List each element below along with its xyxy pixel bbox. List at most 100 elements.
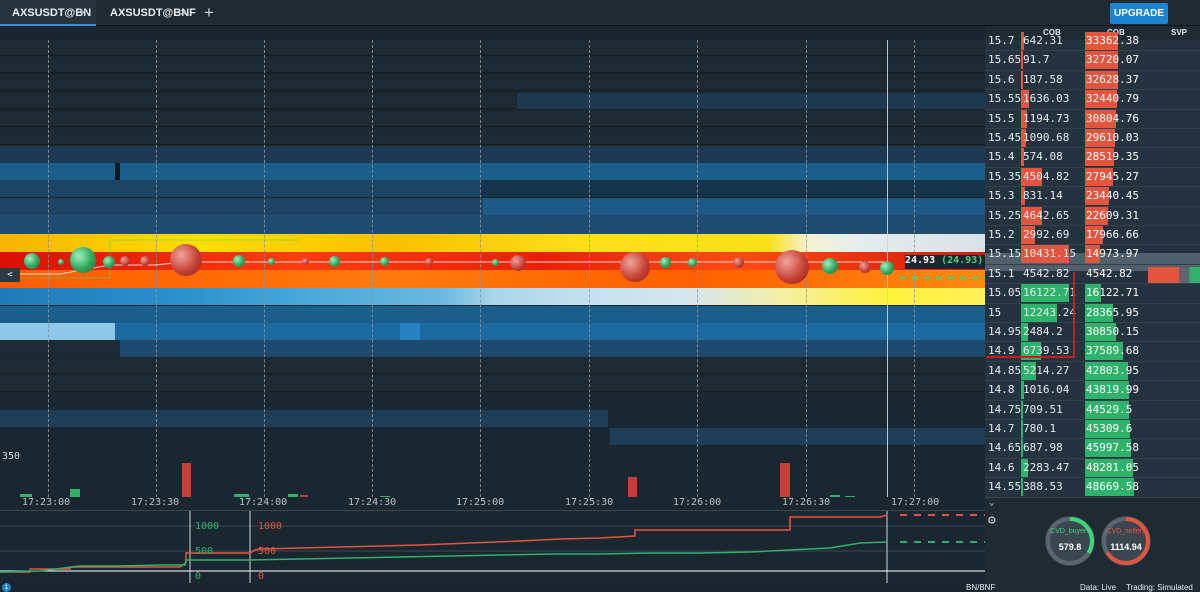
ladder-price: 14.65	[988, 441, 1022, 455]
cob2-cell: 32720.07	[1085, 51, 1139, 70]
buy-trade-bubble	[660, 257, 671, 268]
close-icon[interactable]: ×	[80, 7, 86, 19]
ladder-price: 15.35	[988, 169, 1022, 183]
buy-trade-bubble	[380, 257, 389, 266]
ladder-row[interactable]: 15.6 187.58 32628.37	[985, 70, 1200, 91]
ladder-price: 15.55	[988, 92, 1022, 106]
tab-axsusdt-bnf[interactable]: AXSUSDT@BNF ×	[98, 0, 198, 26]
cob1-value: 2283.47	[1023, 460, 1070, 474]
cob1-value: 388.53	[1023, 480, 1063, 494]
buy-trade-bubble	[329, 256, 340, 267]
ladder-row[interactable]: 14.85 5214.27 42803.95	[985, 361, 1200, 382]
cob1-value: 2992.69	[1023, 228, 1070, 241]
ladder-row[interactable]: 15.5 1194.73 30804.76	[985, 109, 1200, 129]
cob1-value: 780.1	[1023, 422, 1057, 435]
cob2-cell: 45997.58	[1085, 439, 1139, 458]
ladder-row[interactable]: 14.65 687.98 45997.58	[985, 439, 1200, 459]
ladder-row[interactable]: 15.3 831.14 23440.45	[985, 187, 1200, 207]
cob2-cell: 30850.15	[1085, 323, 1139, 342]
cvd-chart[interactable]: 1000 500 0 1000 500 0	[0, 510, 985, 583]
ladder-row[interactable]: 14.7 780.1 45309.6	[985, 420, 1200, 440]
cob2-value: 28519.35	[1086, 150, 1139, 164]
cob1-cell: 4504.82	[1021, 167, 1070, 187]
tab-bar: AXSUSDT@BN × AXSUSDT@BNF × + UPGRADE	[0, 0, 1200, 26]
cob2-value: 4542.82	[1086, 266, 1133, 280]
buy-trade-bubble	[233, 255, 245, 267]
time-axis: 17:23:00 17:23:30 17:24:00 17:24:30 17:2…	[0, 497, 985, 510]
cob2-value: 32628.37	[1086, 72, 1139, 86]
sell-trade-bubble	[859, 261, 871, 273]
chevron-down-icon[interactable]: ⌄	[989, 498, 994, 508]
buy-trade-bubble	[492, 259, 499, 266]
ladder-row[interactable]: 15.25 4642.65 22609.31	[985, 206, 1200, 226]
cob1-cell: 91.7	[1021, 51, 1069, 70]
cob2-value: 23440.45	[1086, 189, 1139, 203]
cob2-cell: 23440.45	[1085, 187, 1139, 206]
gauge-name: CVD_buyers	[1050, 528, 1090, 535]
time-tick: 17:24:30	[348, 497, 397, 508]
cob1-cell: 574.08	[1021, 148, 1069, 167]
upgrade-button[interactable]: UPGRADE	[1110, 3, 1168, 24]
cob2-value: 32440.79	[1086, 92, 1139, 106]
collapse-arrow-icon[interactable]: <	[0, 268, 20, 282]
highlight-box	[986, 272, 1075, 358]
cvd-buy-tick: 1000	[195, 521, 220, 532]
buy-trade-bubble	[688, 258, 697, 267]
sell-trade-bubble	[775, 250, 809, 284]
gear-icon[interactable]: ⚙	[988, 513, 996, 528]
cob1-value: 10431.15	[1023, 247, 1076, 261]
cob2-value: 45309.6	[1086, 422, 1133, 435]
cob2-cell: 30804.76	[1085, 109, 1139, 129]
ladder-row[interactable]: 15.45 1090.68 29610.03	[985, 129, 1200, 149]
cvd-buy-tick: 0	[195, 571, 202, 582]
ladder-row[interactable]: 15.65 91.7 32720.07	[985, 51, 1200, 71]
cob2-cell: 45309.6	[1085, 420, 1135, 439]
time-tick: 17:25:00	[456, 497, 505, 508]
cob2-cell: 44529.5	[1085, 400, 1135, 420]
time-tick: 17:23:00	[22, 497, 71, 508]
cob1-value: 4642.65	[1023, 208, 1070, 222]
ladder-row[interactable]: 15.2 2992.69 17966.66	[985, 226, 1200, 246]
ladder-row[interactable]: 14.75 709.51 44529.5	[985, 400, 1200, 420]
ladder-row[interactable]: 15.35 4504.82 27945.27	[985, 167, 1200, 188]
cob2-cell: 37589.68	[1085, 342, 1139, 361]
cob2-value: 30804.76	[1086, 111, 1139, 125]
ladder-row[interactable]: 14.55 388.53 48669.58	[985, 478, 1200, 498]
info-icon[interactable]: i	[2, 583, 11, 592]
heatmap-chart[interactable]: 24.93 (24.93) < 350	[0, 40, 985, 497]
cob2-cell: 4542.82	[1085, 265, 1135, 284]
cob2-value: 29610.03	[1086, 131, 1139, 144]
cob1-value: 1090.68	[1023, 131, 1070, 144]
cob2-cell: 48281.05	[1085, 458, 1139, 478]
sell-trade-bubble	[510, 255, 526, 271]
time-tick: 17:24:00	[239, 497, 288, 508]
ladder-row[interactable]: 15.7 642.31 33362.38	[985, 32, 1200, 52]
cob1-value: 4504.82	[1023, 169, 1070, 183]
ladder-price: 15.4	[988, 150, 1015, 164]
cob2-value: 32720.07	[1086, 53, 1139, 67]
ladder-price: 14.7	[988, 422, 1015, 435]
tab-axsusdt-bn[interactable]: AXSUSDT@BN ×	[0, 0, 96, 26]
ladder-row[interactable]: 15.4 574.08 28519.35	[985, 148, 1200, 168]
cob2-value: 30850.15	[1086, 325, 1139, 338]
cob1-cell: 2992.69	[1021, 226, 1069, 245]
close-icon[interactable]: ×	[180, 7, 186, 19]
ladder-row[interactable]: 14.6 2283.47 48281.05	[985, 458, 1200, 479]
trading-status: Trading: Simulated	[1126, 583, 1193, 592]
svp-bar	[1148, 266, 1200, 283]
cob1-cell: 1194.73	[1021, 109, 1069, 129]
sell-trade-bubble	[120, 256, 130, 266]
cob2-value: 48669.58	[1086, 480, 1139, 494]
ladder-price: 15.65	[988, 53, 1022, 67]
time-tick: 17:26:00	[673, 497, 722, 508]
add-tab-icon[interactable]: +	[204, 3, 214, 23]
ladder-row[interactable]: 15.15 10431.15 14973.97	[985, 245, 1200, 265]
cvd-sellers-gauge: CVD_sellers 1114.94	[1101, 516, 1151, 566]
cob1-value: 574.08	[1023, 150, 1063, 164]
order-book-ladder[interactable]: 15.7 642.31 33362.38 15.65 91.7 32720.07 15.6 1…	[985, 32, 1200, 537]
cob2-value: 14973.97	[1086, 247, 1139, 261]
cob2-value: 37589.68	[1086, 344, 1139, 358]
cob2-value: 16122.71	[1086, 286, 1139, 300]
ladder-row[interactable]: 15.55 1636.03 32440.79	[985, 90, 1200, 110]
ladder-row[interactable]: 14.8 1016.04 43819.99	[985, 381, 1200, 401]
